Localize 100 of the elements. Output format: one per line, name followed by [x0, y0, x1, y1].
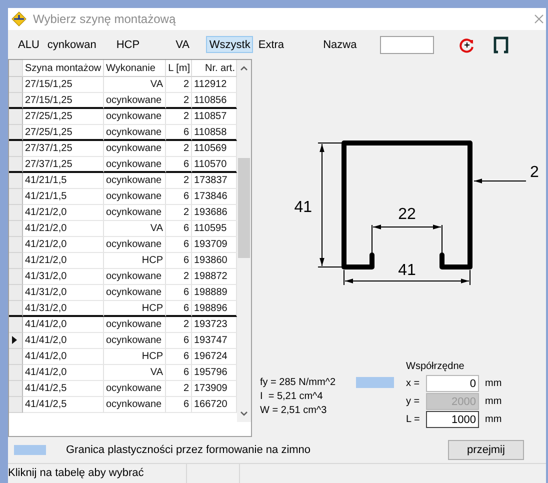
- field-label: y =: [406, 396, 421, 407]
- dimension-label: 41: [398, 262, 416, 279]
- table-cell: 41/31/2,0: [23, 269, 104, 285]
- table-cell: ocynkowane: [104, 173, 166, 189]
- filter-tab[interactable]: HCP: [113, 36, 143, 53]
- apply-button[interactable]: przejmij: [448, 440, 524, 460]
- column-header[interactable]: Wykonanie: [104, 60, 166, 77]
- scrollbar-thumb[interactable]: [238, 158, 250, 258]
- filter-tab[interactable]: VA: [172, 36, 192, 53]
- dimension-label: 22: [398, 206, 416, 223]
- table-cell: HCP: [104, 253, 166, 269]
- column-header[interactable]: Szyna montażow: [23, 60, 104, 77]
- table-cell: HCP: [104, 301, 166, 317]
- table-cell: 2: [166, 381, 192, 397]
- cold-forming-swatch: [356, 377, 394, 388]
- table-cell: 2: [166, 77, 192, 93]
- table-cell: ocynkowane: [104, 125, 166, 141]
- filter-tab[interactable]: ALU: [15, 36, 42, 53]
- table-cell: 6: [166, 253, 192, 269]
- table-cell: ocynkowane: [104, 237, 166, 253]
- status-text: Kliknij na tabelę aby wybrać: [8, 467, 144, 479]
- table-cell: 6: [166, 397, 192, 413]
- table-cell: ocynkowane: [104, 157, 166, 173]
- table-cell: 27/37/1,25: [23, 141, 104, 157]
- table-cell: ocynkowane: [104, 205, 166, 221]
- property-text: W = 2,51 cm^3: [260, 405, 328, 416]
- filter-tab[interactable]: Extra: [255, 36, 288, 53]
- table-cell: 41/21/2,0: [23, 253, 104, 269]
- table-cell: 41/41/2,0: [23, 317, 104, 333]
- coordinate-field[interactable]: 0: [426, 375, 479, 392]
- legend-swatch: [14, 445, 46, 455]
- table-cell: 27/25/1,25: [23, 125, 104, 141]
- table-cell: 41/21/2,0: [23, 237, 104, 253]
- dimension-label: 2: [530, 164, 539, 181]
- table-cell: 41/41/2,0: [23, 333, 104, 349]
- scrollbar[interactable]: [237, 60, 251, 422]
- column-header[interactable]: L [m]: [166, 60, 192, 77]
- row-header[interactable]: [9, 333, 23, 349]
- filter-tab[interactable]: cynkowan: [44, 36, 100, 53]
- dimension-line: [372, 224, 442, 254]
- table-cell: 2: [166, 109, 192, 125]
- unit-label: mm: [484, 378, 503, 389]
- table-cell: ocynkowane: [104, 333, 166, 349]
- filter-tab[interactable]: Wszystk: [206, 36, 254, 53]
- table-cell: VA: [104, 221, 166, 237]
- dimension-label: 41: [294, 199, 312, 216]
- table-cell: ocynkowane: [104, 189, 166, 205]
- row-header[interactable]: [9, 301, 23, 317]
- name-field[interactable]: [380, 36, 434, 54]
- table-cell: 41/41/2,0: [23, 349, 104, 365]
- name-label: Nazwa: [323, 38, 357, 50]
- table-cell: 41/41/2,5: [23, 397, 104, 413]
- table-cell: 6: [166, 349, 192, 365]
- table-cell: 6: [166, 301, 192, 317]
- row-header[interactable]: [9, 125, 23, 141]
- table-cell: VA: [104, 77, 166, 93]
- dimension-line: [474, 178, 526, 184]
- coordinate-field[interactable]: 1000: [426, 411, 479, 428]
- table-cell: 41/21/2,0: [23, 205, 104, 221]
- table-cell: 6: [166, 333, 192, 349]
- table-cell: 27/15/1,25: [23, 77, 104, 93]
- table-cell: 2: [166, 93, 192, 109]
- field-label: L =: [406, 414, 421, 425]
- rail-profile-icon[interactable]: [492, 36, 509, 54]
- table-cell: HCP: [104, 349, 166, 365]
- refresh-icon[interactable]: [458, 36, 475, 52]
- property-text: I = 5,21 cm^4: [260, 391, 324, 402]
- unit-label: mm: [484, 396, 503, 407]
- table-cell: VA: [104, 365, 166, 381]
- table-cell: 41/21/1,5: [23, 173, 104, 189]
- table-cell: 41/21/2,0: [23, 221, 104, 237]
- table-cell: 2: [166, 269, 192, 285]
- table-cell: ocynkowane: [104, 285, 166, 301]
- table-cell: ocynkowane: [104, 109, 166, 125]
- table-cell: 2: [166, 173, 192, 189]
- table-cell: 2: [166, 141, 192, 157]
- table-cell: 41/21/1,5: [23, 189, 104, 205]
- table-cell: 27/37/1,25: [23, 157, 104, 173]
- table-cell: 41/31/2,0: [23, 285, 104, 301]
- table-cell: 6: [166, 157, 192, 173]
- table-cell: 2: [166, 205, 192, 221]
- table-cell: ocynkowane: [104, 269, 166, 285]
- table-cell: ocynkowane: [104, 381, 166, 397]
- table-cell: 41/41/2,0: [23, 365, 104, 381]
- close-icon[interactable]: [534, 14, 544, 24]
- table-cell: 6: [166, 237, 192, 253]
- table-cell: 6: [166, 189, 192, 205]
- table-cell: 41/31/2,0: [23, 301, 104, 317]
- table-cell: ocynkowane: [104, 93, 166, 109]
- unit-label: mm: [484, 414, 503, 425]
- table-cell: 41/41/2,5: [23, 381, 104, 397]
- window-title: Wybierz szynę montażową: [33, 12, 176, 26]
- column-header[interactable]: Nr. art.: [192, 60, 237, 77]
- row-header[interactable]: [9, 93, 23, 109]
- legend-text: Granica plastyczności przez formowanie na zimno: [66, 444, 311, 456]
- row-header[interactable]: [9, 157, 23, 173]
- app-icon: [11, 11, 27, 27]
- table-cell: 6: [166, 221, 192, 237]
- table-cell: 27/25/1,25: [23, 109, 104, 125]
- table-cell: 6: [166, 285, 192, 301]
